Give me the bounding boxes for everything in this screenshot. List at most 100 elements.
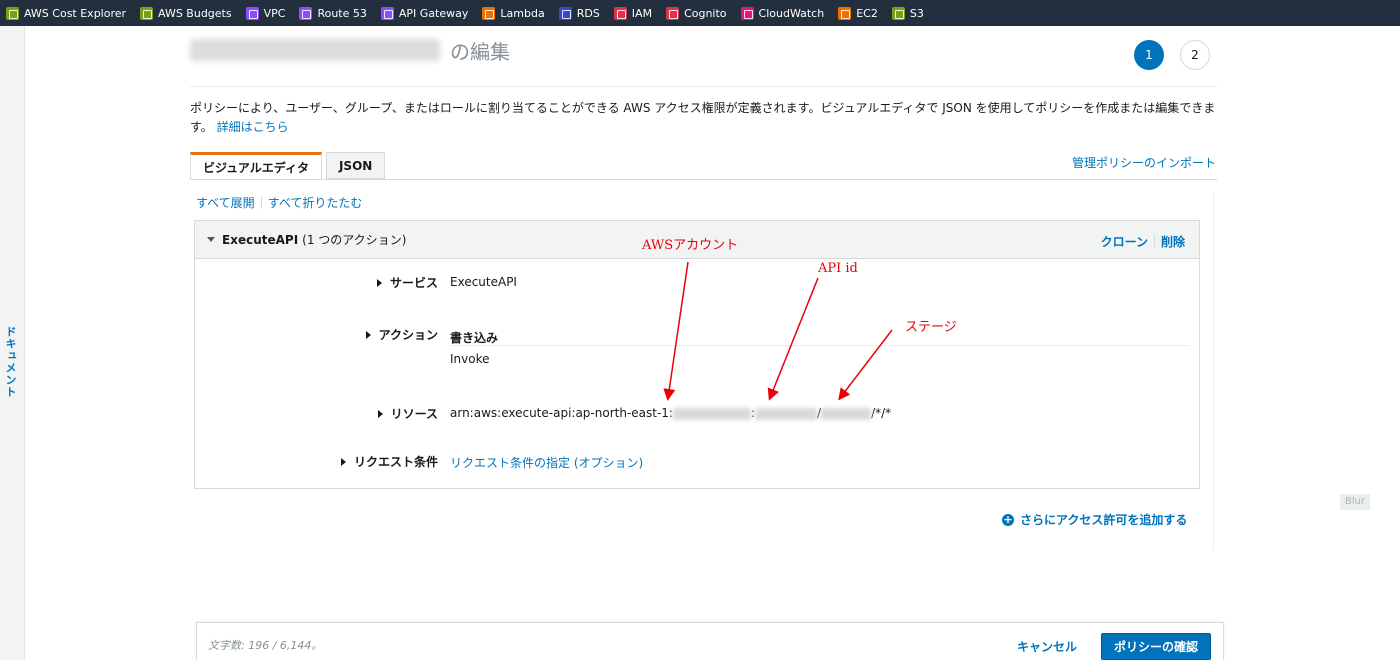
learn-more-link[interactable]: 詳細はこちら — [217, 120, 289, 134]
service-shortcut[interactable]: S3 — [891, 6, 924, 20]
ec2-icon — [838, 6, 852, 20]
editor-border — [1213, 193, 1214, 550]
separator — [1153, 234, 1155, 247]
redacted-stage — [821, 407, 872, 420]
resource-arn-suffix: /*/* — [871, 406, 892, 420]
policy-description: ポリシーにより、ユーザー、グループ、またはロールに割り当てることができる AWS… — [190, 99, 1220, 137]
service-shortcut[interactable]: EC2 — [838, 6, 878, 20]
action-value: Invoke — [450, 352, 490, 366]
service-shortcut-label: RDS — [576, 6, 600, 20]
annotation-api-id: API id — [818, 261, 858, 276]
left-doc-rail: ドキュメント — [0, 26, 25, 660]
service-shortcut-label: Route 53 — [317, 6, 367, 20]
description-text: ポリシーにより、ユーザー、グループ、またはロールに割り当てることができる AWS… — [190, 101, 1216, 134]
service-shortcut-label: S3 — [909, 6, 924, 20]
expand-all-link[interactable]: すべて展開 — [196, 194, 255, 211]
annotation-stage: ステージ — [905, 320, 957, 335]
vpc-icon — [245, 6, 259, 20]
service-value: ExecuteAPI — [450, 275, 517, 289]
cost-explorer-icon — [6, 6, 19, 20]
caret-right-icon — [377, 409, 383, 418]
service-shortcut[interactable]: IAM — [613, 6, 653, 20]
lambda-icon — [482, 6, 496, 20]
service-shortcut-label: IAM — [631, 6, 653, 20]
service-shortcut-label: Cognito — [684, 6, 727, 20]
statement-actions: クローン 削除 — [1101, 233, 1185, 250]
footer-bar: 文字数: 196 / 6,144。 キャンセル ポリシーの確認 — [196, 622, 1224, 660]
resource-row-toggle[interactable]: リソース — [188, 405, 438, 422]
budgets-icon — [140, 6, 154, 20]
redacted-api-id — [755, 407, 818, 420]
redacted-account-id — [672, 407, 751, 420]
statement-action-count: (1 つのアクション) — [302, 233, 407, 247]
action-row-toggle[interactable]: アクション — [188, 326, 438, 343]
service-shortcut-label: Lambda — [500, 6, 545, 20]
tab-json[interactable]: JSON — [325, 152, 386, 179]
blur-badge: Blur — [1340, 494, 1370, 510]
rds-icon — [558, 6, 572, 20]
plus-circle-icon: + — [1002, 512, 1014, 526]
service-shortcut-label: CloudWatch — [758, 6, 825, 20]
clone-link[interactable]: クローン — [1101, 233, 1148, 250]
iam-icon — [613, 6, 627, 20]
service-label: サービス — [389, 276, 438, 290]
service-shortcut[interactable]: VPC — [245, 6, 286, 20]
page-title-suffix: の編集 — [450, 39, 510, 64]
services-bar: AWS Cost Explorer AWS Budgets VPC Route 53 A… — [0, 0, 1400, 26]
character-count: 文字数: 196 / 6,144。 — [208, 639, 323, 652]
step-2[interactable]: 2 — [1180, 40, 1210, 70]
cognito-icon — [666, 6, 680, 20]
expand-collapse-bar: すべて展開 すべて折りたたむ — [196, 194, 362, 211]
action-divider — [450, 345, 1190, 346]
header-divider — [190, 86, 1217, 87]
service-shortcut[interactable]: AWS Cost Explorer — [6, 6, 127, 20]
cloudwatch-icon — [740, 6, 754, 20]
service-shortcut-label: VPC — [263, 6, 286, 20]
service-shortcut-label: EC2 — [856, 6, 878, 20]
statement-service-name: ExecuteAPI — [222, 232, 299, 247]
service-shortcut[interactable]: AWS Budgets — [140, 6, 232, 20]
condition-label: リクエスト条件 — [353, 455, 438, 469]
service-shortcut[interactable]: CloudWatch — [740, 6, 825, 20]
route53-icon — [299, 6, 313, 20]
service-shortcut[interactable]: Route 53 — [299, 6, 367, 20]
cancel-button[interactable]: キャンセル — [1017, 638, 1077, 655]
collapse-all-link[interactable]: すべて折りたたむ — [268, 194, 363, 211]
review-policy-button[interactable]: ポリシーの確認 — [1101, 633, 1211, 660]
resource-label: リソース — [390, 407, 438, 421]
editor-tabs: ビジュアルエディタ JSON — [190, 152, 389, 180]
specify-conditions-link[interactable]: リクエスト条件の指定 (オプション) — [450, 454, 643, 471]
tab-divider — [190, 179, 1217, 180]
action-label: アクション — [378, 328, 438, 342]
service-shortcut-label: AWS Cost Explorer — [24, 6, 127, 20]
policy-statement: ExecuteAPI (1 つのアクション) クローン 削除 — [194, 220, 1200, 489]
service-shortcut[interactable]: Lambda — [482, 6, 545, 20]
service-shortcut[interactable]: Cognito — [666, 6, 727, 20]
caret-down-icon — [207, 237, 215, 242]
action-access-level: 書き込み — [450, 331, 499, 345]
step-indicator: 1 2 — [1134, 40, 1210, 70]
service-row-toggle[interactable]: サービス — [188, 274, 438, 291]
add-permissions-button[interactable]: + さらにアクセス許可を追加する — [1002, 511, 1187, 528]
api-gateway-icon — [380, 6, 394, 20]
separator — [260, 196, 262, 209]
service-shortcut[interactable]: API Gateway — [380, 6, 469, 20]
step-1[interactable]: 1 — [1134, 40, 1164, 70]
resource-arn: arn:aws:execute-api:ap-north-east-1:: //*… — [450, 406, 891, 420]
caret-right-icon — [340, 457, 346, 466]
tab-visual-editor[interactable]: ビジュアルエディタ — [190, 152, 322, 180]
condition-row-toggle[interactable]: リクエスト条件 — [188, 453, 438, 470]
add-permissions-label: さらにアクセス許可を追加する — [1020, 513, 1188, 527]
annotation-aws-account: AWSアカウント — [642, 238, 739, 253]
caret-right-icon — [376, 278, 382, 287]
redacted-policy-name — [190, 39, 440, 61]
documentation-tab[interactable]: ドキュメント — [2, 326, 18, 398]
page-title: の編集 — [190, 35, 510, 65]
service-shortcut-label: API Gateway — [398, 6, 469, 20]
caret-right-icon — [365, 330, 371, 339]
service-shortcut[interactable]: RDS — [558, 6, 600, 20]
s3-icon — [891, 6, 905, 20]
resource-arn-prefix: arn:aws:execute-api:ap-north-east-1: — [450, 406, 673, 420]
import-managed-policy-link[interactable]: 管理ポリシーのインポート — [1072, 154, 1216, 171]
delete-link[interactable]: 削除 — [1161, 233, 1185, 250]
